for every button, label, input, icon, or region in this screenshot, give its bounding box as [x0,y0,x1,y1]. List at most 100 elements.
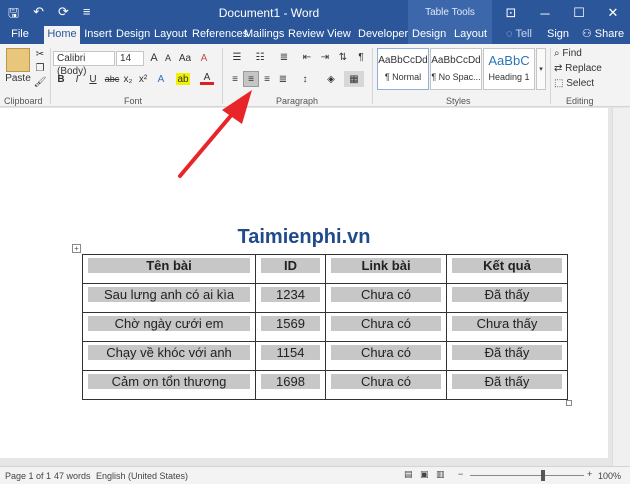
table-cell[interactable]: Đã thấy [446,341,568,371]
increase-indent-icon[interactable]: ⇥ [318,51,332,63]
sort-icon[interactable]: ⇅ [336,51,350,63]
table-cell[interactable]: 1154 [255,341,326,371]
tab-review[interactable]: Review [288,26,324,44]
table-cell[interactable]: 1698 [255,370,326,400]
table-cell[interactable]: Cảm ơn tổn thương [82,370,256,400]
shading-icon[interactable]: ◈ [322,72,340,86]
tab-home[interactable]: Home [44,26,80,44]
paste-icon[interactable] [6,48,30,72]
cell-text: Link bài [331,258,441,273]
language-indicator[interactable]: English (United States) [96,471,188,481]
tab-table-design[interactable]: Design [412,26,446,44]
clear-formatting-button[interactable]: A [198,52,210,64]
table-cell[interactable]: Đã thấy [446,283,568,313]
table-cell[interactable]: Chờ ngày cưới em [82,312,256,342]
cell-text: 1569 [261,316,320,331]
table-cell[interactable]: 1569 [255,312,326,342]
table-cell[interactable]: Chưa có [325,370,447,400]
zoom-in-button[interactable]: + [587,469,592,479]
tab-file[interactable]: File [6,26,34,44]
line-spacing-icon[interactable]: ↕ [296,72,314,86]
tab-layout[interactable]: Layout [154,26,187,44]
page-count[interactable]: Page 1 of 1 [5,471,51,481]
ribbon-display-options-icon[interactable]: ⊡ [494,0,528,26]
zoom-out-button[interactable]: − [458,469,463,479]
table-tools-label: Table Tools [408,0,492,26]
maximize-button[interactable]: ☐ [562,0,596,26]
zoom-level[interactable]: 100% [598,471,621,481]
word-count[interactable]: 47 words [54,471,91,481]
bold-button[interactable]: B [55,73,67,85]
table-header-cell[interactable]: ID [255,254,326,284]
tab-table-layout[interactable]: Layout [454,26,487,44]
table-header-cell[interactable]: Tên bài [82,254,256,284]
zoom-slider-thumb[interactable] [541,470,545,481]
share-button[interactable]: ⚇ Share [580,26,626,44]
borders-icon[interactable]: ▦ [344,71,364,87]
vertical-scrollbar[interactable] [612,108,630,466]
document-page[interactable]: Taimienphi.vn + Tên bài ID Link bài Kết … [0,108,608,458]
style-sample: AaBbCcDd [431,55,481,66]
table-row: Sau lưng anh có ai kìa 1234 Chưa có Đã t… [82,283,568,313]
table-cell[interactable]: Sau lưng anh có ai kìa [82,283,256,313]
table-header-cell[interactable]: Link bài [325,254,447,284]
show-marks-button[interactable]: ¶ [355,51,367,63]
table-cell[interactable]: Chưa có [325,341,447,371]
bullets-icon[interactable]: ☰ [229,51,245,63]
tab-mailings[interactable]: Mailings [244,26,284,44]
document-table[interactable]: Tên bài ID Link bài Kết quả Sau lưng anh… [82,254,568,400]
replace-button[interactable]: ⇄ Replace [554,61,624,75]
web-layout-icon[interactable]: ▥ [436,469,445,480]
font-size-combo[interactable]: 14 [116,51,144,66]
text-effects-button[interactable]: A [154,73,168,85]
grow-font-button[interactable]: A [148,52,160,64]
styles-gallery-scroll[interactable]: ▾ [536,48,546,90]
tab-view[interactable]: View [326,26,352,44]
table-cell[interactable]: Chạy về khóc với anh [82,341,256,371]
shrink-font-button[interactable]: A [162,52,174,64]
tab-design[interactable]: Design [116,26,150,44]
table-header-cell[interactable]: Kết quả [446,254,568,284]
table-cell[interactable]: Chưa có [325,283,447,313]
zoom-slider-track[interactable] [470,475,584,476]
style-normal[interactable]: AaBbCcDd ¶ Normal [377,48,429,90]
subscript-button[interactable]: x₂ [122,73,134,85]
table-cell[interactable]: 1234 [255,283,326,313]
sign-in-link[interactable]: Sign in [542,26,574,56]
table-resize-handle[interactable] [566,400,572,406]
close-button[interactable]: ✕ [596,0,630,26]
format-painter-icon[interactable]: 🖌 [34,76,47,88]
font-name-combo[interactable]: Calibri (Body) [53,51,115,77]
align-right-icon[interactable]: ≡ [260,72,274,86]
tab-developer[interactable]: Developer [358,26,408,44]
table-cell[interactable]: Đã thấy [446,370,568,400]
select-button[interactable]: ⬚ Select [554,76,624,90]
style-heading-1[interactable]: AaBbC Heading 1 [483,48,535,90]
tab-insert[interactable]: Insert [84,26,112,44]
superscript-button[interactable]: x² [137,73,149,85]
justify-icon[interactable]: ≣ [276,72,290,86]
print-layout-icon[interactable]: ▣ [420,469,429,480]
title-bar: 🖫 ↶ ⟳ ≡ Document1 - Word Table Tools ⊡ ─… [0,0,630,26]
table-cell[interactable]: Chưa có [325,312,447,342]
underline-button[interactable]: U [87,73,99,85]
group-separator [550,48,551,104]
table-move-handle[interactable]: + [72,244,81,253]
style-no-spacing[interactable]: AaBbCcDd ¶ No Spac... [430,48,482,90]
strikethrough-button[interactable]: abc [104,73,120,85]
tab-references[interactable]: References [192,26,248,44]
read-mode-icon[interactable]: ▤ [404,469,413,480]
table-cell[interactable]: Chưa thấy [446,312,568,342]
minimize-button[interactable]: ─ [528,0,562,26]
cut-icon[interactable]: ✂ [34,48,46,60]
find-button[interactable]: ⌕ Find [554,46,624,60]
decrease-indent-icon[interactable]: ⇤ [300,51,314,63]
cell-text: ID [261,258,320,273]
tell-me-box[interactable]: ◌ Tell me [498,26,540,56]
paste-button-label[interactable]: Paste [4,72,32,84]
change-case-button[interactable]: Aa [177,52,193,64]
italic-button[interactable]: I [71,73,83,85]
copy-icon[interactable]: ❐ [34,62,46,74]
numbering-icon[interactable]: ☷ [252,51,268,63]
multilevel-list-icon[interactable]: ≣ [276,51,292,63]
